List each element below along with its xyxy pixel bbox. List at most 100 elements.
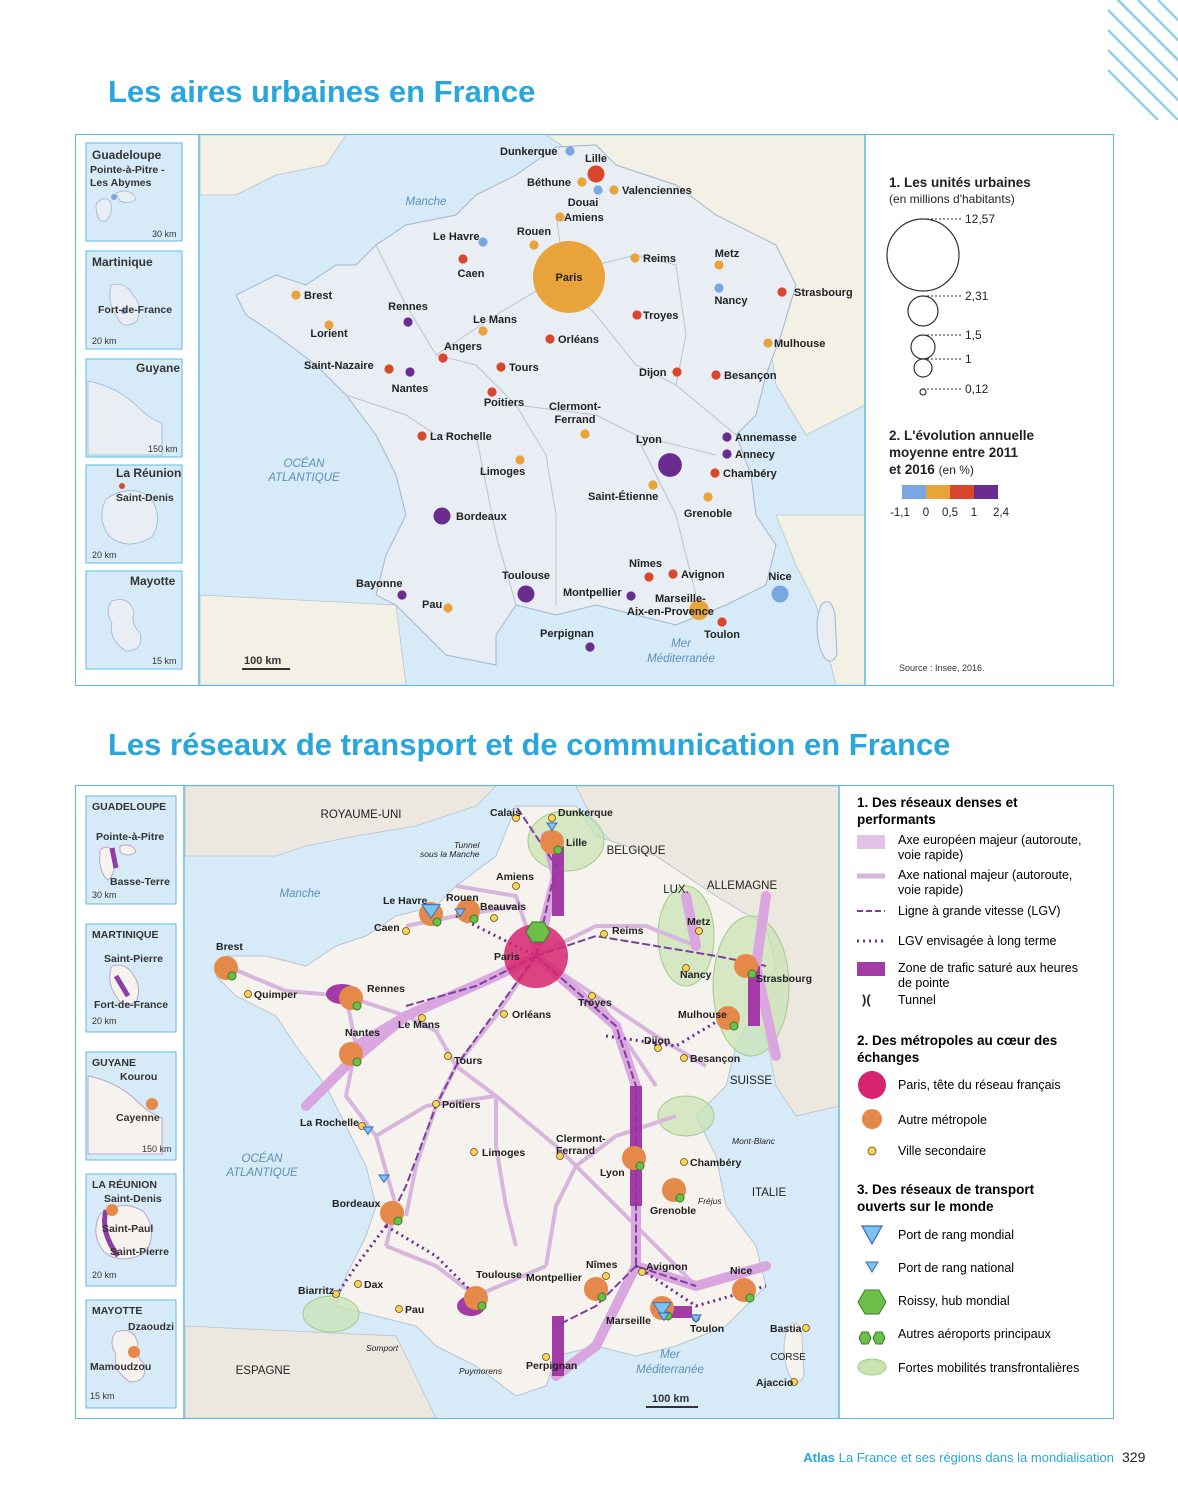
- city-circle: [777, 287, 787, 297]
- main-map-area: Manche OCÉAN ATLANTIQUE Mer Méditerranée…: [199, 134, 866, 686]
- inset-name: Guadeloupe: [92, 148, 162, 162]
- city-label: Valenciennes: [622, 185, 692, 197]
- city-circle: [722, 432, 732, 442]
- inset-name: Martinique: [92, 255, 153, 269]
- transport-main-map: Calais DunkerqueLilleAmiensLe Havre RouenB…: [184, 785, 840, 1419]
- city-circle: [668, 569, 678, 579]
- city-label: Limoges: [480, 466, 525, 478]
- inset-guyane-transport: GUYANE Kourou Cayenne 150 km: [85, 1051, 177, 1161]
- title-transport-networks: Les réseaux de transport et de communica…: [108, 727, 951, 762]
- city-label: Rennes: [388, 301, 428, 313]
- city-circle: [417, 431, 427, 441]
- city-label: Lille: [585, 153, 607, 165]
- city-label: Chambéry: [723, 468, 778, 480]
- footer-text: La France et ses régions dans la mondial…: [838, 1450, 1114, 1465]
- city-label: Nîmes: [629, 558, 662, 570]
- secondary-city-symbol: [602, 1272, 610, 1280]
- size-legend-label: 1: [965, 352, 972, 366]
- svg-text:Méditerranée: Méditerranée: [636, 1364, 704, 1376]
- svg-text:LGV envisagée à long terme: LGV envisagée à long terme: [898, 934, 1056, 948]
- svg-text:150 km: 150 km: [142, 1144, 172, 1154]
- airport-symbol: [227, 971, 237, 981]
- transport-city-label: Bastia: [770, 1323, 802, 1335]
- inset-guadeloupe-transport: GUADELOUPE Pointe-à-Pitre Basse-Terre 30…: [85, 795, 177, 905]
- airport-symbol: [469, 914, 479, 924]
- city-label: Le Mans: [473, 314, 517, 326]
- city-circle: [587, 165, 605, 183]
- inset-reunion-transport: LA RÉUNION Saint-Denis Saint-Paul Saint-…: [85, 1173, 177, 1287]
- svg-text:Saint-Pierre: Saint-Pierre: [110, 1246, 169, 1258]
- svg-text:Saint-Denis: Saint-Denis: [104, 1193, 162, 1205]
- city-label: Dunkerque: [500, 146, 557, 158]
- paris-symbol: [858, 1071, 886, 1099]
- size-legend-circle: [919, 388, 927, 396]
- secondary-city-symbol: [600, 930, 608, 938]
- airport-icon: [858, 1331, 886, 1345]
- city-label: Annecy: [735, 449, 776, 461]
- secondary-city-symbol: [802, 1324, 810, 1332]
- legend-urban-units: 1. Les unités urbaines (en millions d'ha…: [886, 175, 1031, 396]
- svg-text:GUADELOUPE: GUADELOUPE: [92, 801, 166, 813]
- secondary-city-symbol: [680, 1158, 688, 1166]
- svg-text:MARTINIQUE: MARTINIQUE: [92, 929, 159, 941]
- transport-city-label: Beauvais: [480, 901, 526, 913]
- svg-text:ATLANTIQUE: ATLANTIQUE: [225, 1167, 298, 1179]
- size-legend-circle: [907, 295, 939, 327]
- secondary-city-symbol: [470, 1148, 478, 1156]
- city-label: Tours: [509, 362, 539, 374]
- city-circle: [577, 177, 587, 187]
- svg-text:LA RÉUNION: LA RÉUNION: [92, 1178, 157, 1191]
- secondary-city-symbol: [695, 927, 703, 935]
- svg-text:ROYAUME-UNI: ROYAUME-UNI: [321, 809, 402, 821]
- transport-city-label: Nancy: [680, 969, 712, 981]
- svg-text:Kourou: Kourou: [120, 1071, 157, 1083]
- class-swatch-3: [950, 485, 974, 499]
- svg-text:Fort-de-France: Fort-de-France: [94, 999, 168, 1011]
- inset-name: Mayotte: [130, 574, 176, 588]
- svg-text:échanges: échanges: [857, 1050, 919, 1065]
- city-circle: [458, 254, 468, 264]
- transport-legend: 1. Des réseaux denses et performants Axe…: [857, 795, 1081, 1376]
- transport-city-label: Metz: [687, 916, 710, 928]
- svg-text:Somport: Somport: [366, 1343, 399, 1353]
- city-circle: [517, 585, 535, 603]
- world-port-icon: [860, 1225, 884, 1246]
- transport-city-label: Le Havre: [383, 895, 428, 907]
- secondary-city-symbol: [512, 882, 520, 890]
- svg-text:1. Des réseaux denses et: 1. Des réseaux denses et: [857, 795, 1018, 810]
- inset-martinique: Martinique Fort-de-France 20 km: [85, 250, 183, 350]
- city-label: Troyes: [643, 310, 678, 322]
- city-label: Metz: [715, 248, 740, 260]
- city-circle: [565, 146, 575, 156]
- city-circle: [763, 338, 773, 348]
- transport-city-label: Tours: [454, 1055, 483, 1067]
- transport-city-label: Nantes: [345, 1027, 380, 1039]
- secondary-city-symbol: [395, 1305, 403, 1313]
- city-circle: [397, 590, 407, 600]
- city-circle: [403, 317, 413, 327]
- transport-city-label: Montpellier: [526, 1272, 582, 1284]
- transport-city-label: Dijon: [644, 1035, 670, 1047]
- transport-city-label: Marseille: [606, 1315, 651, 1327]
- svg-text:Paris, tête du réseau français: Paris, tête du réseau français: [898, 1078, 1061, 1092]
- footer: Atlas La France et ses régions dans la m…: [0, 1450, 1114, 1465]
- svg-text:de pointe: de pointe: [898, 976, 949, 990]
- city-label: Angers: [444, 341, 482, 353]
- city-label: Toulouse: [502, 570, 550, 582]
- inset-name: Guyane: [136, 361, 180, 375]
- transport-city-label: Besançon: [690, 1053, 740, 1065]
- swatch-european-axis: [857, 835, 885, 849]
- title-urban-areas: Les aires urbaines en France: [108, 74, 536, 109]
- transport-city-label: Pau: [405, 1304, 424, 1316]
- svg-text:Basse-Terre: Basse-Terre: [110, 876, 170, 888]
- transport-city-label: Calais: [490, 807, 521, 819]
- city-label: Grenoble: [684, 508, 732, 520]
- svg-text:Ville secondaire: Ville secondaire: [898, 1144, 986, 1158]
- urban-areas-map-panel: Guadeloupe Pointe-à-Pitre - Les Abymes 3…: [75, 134, 1114, 686]
- svg-text:GUYANE: GUYANE: [92, 1057, 136, 1069]
- corner-stripes: [1108, 0, 1178, 120]
- svg-text:ouverts sur le monde: ouverts sur le monde: [857, 1199, 994, 1214]
- inset-scale: 20 km: [92, 336, 117, 346]
- transport-city-label: Caen: [374, 922, 400, 934]
- city-label: Annemasse: [735, 432, 797, 444]
